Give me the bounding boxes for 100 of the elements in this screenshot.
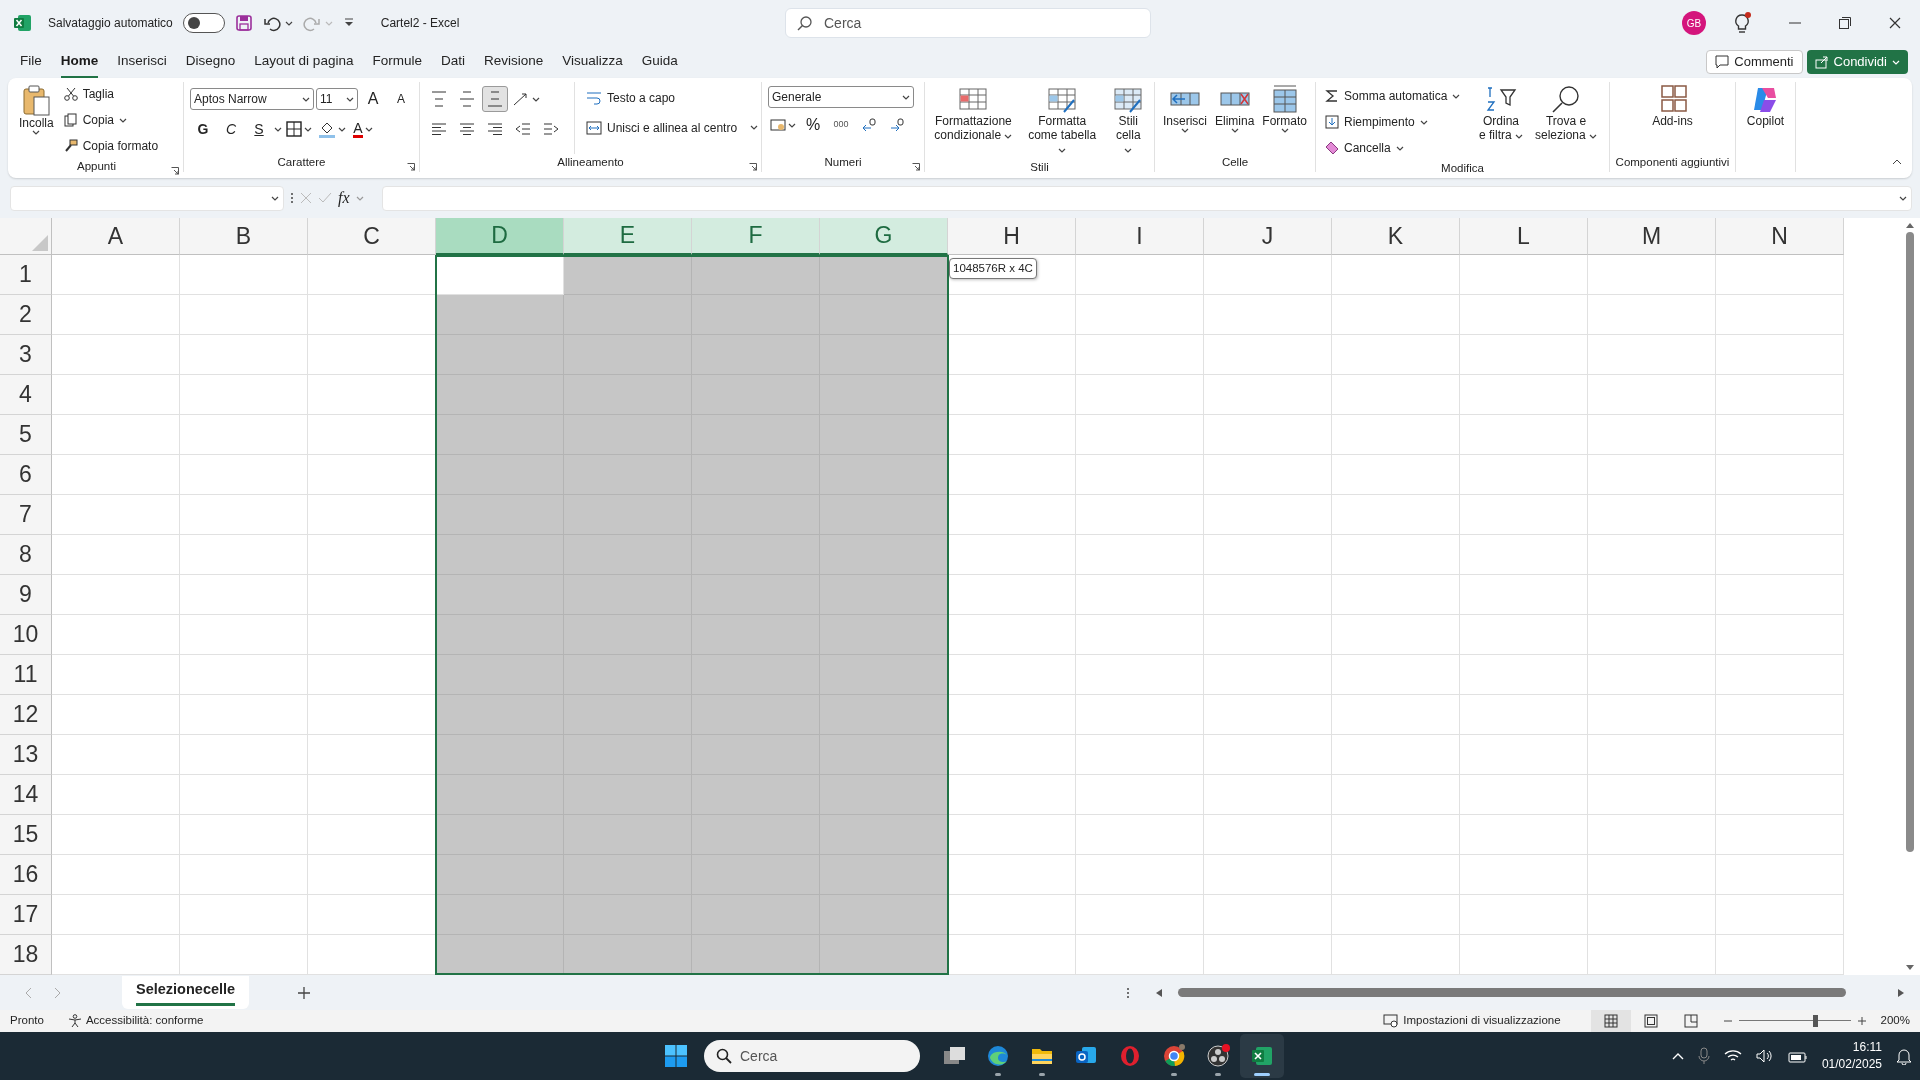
conditional-formatting-button[interactable]: Formattazione condizionale (931, 82, 1016, 160)
search-field[interactable]: Cerca (785, 8, 1151, 38)
grid-cell[interactable] (436, 695, 564, 735)
scrollbar-thumb[interactable] (1178, 988, 1846, 997)
ribbon-tab[interactable]: Disegno (185, 45, 236, 79)
cut-button[interactable]: Taglia (60, 82, 162, 106)
user-avatar[interactable]: GB (1682, 11, 1706, 35)
accessibility-status[interactable]: Accessibilità: conforme (67, 1012, 204, 1030)
grid-cell[interactable] (692, 255, 820, 295)
row-header[interactable]: 6 (0, 455, 52, 495)
row-header[interactable]: 18 (0, 935, 52, 975)
copy-button[interactable]: Copia (60, 108, 162, 132)
grid-cell[interactable] (820, 775, 948, 815)
grid-cell[interactable] (692, 935, 820, 975)
cell-styles-button[interactable]: Stili cella (1108, 82, 1148, 160)
grid-cell[interactable] (820, 655, 948, 695)
insert-function-button[interactable]: fx (338, 186, 350, 210)
sheet-tab[interactable]: Selezionecelle (122, 976, 250, 1009)
grid-cell[interactable] (436, 375, 564, 415)
format-painter-button[interactable]: Copia formato (60, 134, 162, 158)
font-color-button[interactable]: A (350, 116, 376, 142)
scrollbar-thumb[interactable] (1906, 232, 1914, 852)
row-header[interactable]: 15 (0, 815, 52, 855)
row-header[interactable]: 13 (0, 735, 52, 775)
grid-cell[interactable] (436, 935, 564, 975)
grid-cell[interactable] (436, 455, 564, 495)
fill-button[interactable]: Riempimento (1322, 110, 1472, 134)
comments-button[interactable]: Commenti (1706, 50, 1803, 74)
grid-cell[interactable] (436, 535, 564, 575)
grid-cell[interactable] (436, 815, 564, 855)
font-size-dropdown[interactable]: 11 (316, 88, 358, 110)
grid-cell[interactable] (436, 615, 564, 655)
percent-button[interactable]: % (800, 112, 826, 138)
format-as-table-button[interactable]: Formatta come tabella (1019, 82, 1105, 160)
grid-cell[interactable] (820, 495, 948, 535)
grid-cell[interactable] (436, 895, 564, 935)
paste-button[interactable]: Incolla (16, 82, 57, 158)
ribbon-tab[interactable]: File (20, 45, 42, 79)
display-settings-button[interactable]: Impostazioni di visualizzazione (1383, 1012, 1561, 1030)
grid-cell[interactable] (436, 415, 564, 455)
underline-button[interactable]: S (246, 116, 272, 142)
formula-input[interactable] (381, 185, 1912, 211)
grid-cell[interactable] (820, 855, 948, 895)
taskbar-search-field[interactable]: Cerca (704, 1040, 920, 1072)
column-header[interactable]: M (1588, 218, 1716, 255)
grid-cell[interactable] (820, 335, 948, 375)
copilot-button[interactable]: Copilot (1743, 82, 1788, 172)
row-header[interactable]: 8 (0, 535, 52, 575)
wrap-text-button[interactable]: Testo a capo (583, 86, 741, 110)
column-header[interactable]: L (1460, 218, 1588, 255)
italic-button[interactable]: C (218, 116, 244, 142)
zoom-percentage[interactable]: 200% (1880, 1012, 1910, 1030)
column-header[interactable]: G (820, 218, 948, 255)
row-header[interactable]: 12 (0, 695, 52, 735)
ribbon-tab[interactable]: Revisione (483, 45, 544, 79)
grid-cell[interactable] (820, 575, 948, 615)
bold-button[interactable]: G (190, 116, 216, 142)
add-ins-button[interactable]: Add-ins (1649, 82, 1696, 154)
column-header[interactable]: C (308, 218, 436, 255)
column-header[interactable]: D (436, 218, 564, 255)
zoom-slider-thumb[interactable] (1812, 1015, 1818, 1027)
row-header[interactable]: 16 (0, 855, 52, 895)
ribbon-tab[interactable]: Visualizza (562, 45, 623, 79)
clock-date[interactable]: 01/02/2025 (1821, 1056, 1882, 1073)
ribbon-tab[interactable]: Layout di pagina (254, 45, 354, 79)
grid-cell[interactable] (436, 775, 564, 815)
ribbon-tab[interactable]: Dati (440, 45, 465, 79)
column-header[interactable]: N (1716, 218, 1844, 255)
share-button[interactable]: Condividi (1806, 50, 1908, 74)
format-cells-button[interactable]: Formato (1259, 82, 1311, 154)
insert-cells-button[interactable]: Inserisci (1159, 82, 1210, 154)
row-header[interactable]: 2 (0, 295, 52, 335)
name-box[interactable] (10, 185, 284, 211)
grid-cell[interactable] (436, 295, 564, 335)
grid-cell[interactable] (820, 415, 948, 455)
clear-button[interactable]: Cancella (1322, 136, 1472, 160)
grid-cell[interactable] (820, 455, 948, 495)
grid-cell[interactable] (820, 615, 948, 655)
normal-view-button[interactable] (1590, 1010, 1631, 1032)
autosum-button[interactable]: Somma automatica (1322, 84, 1472, 108)
grid-cell[interactable] (436, 735, 564, 775)
grid-cell[interactable] (820, 255, 948, 295)
grid-cell[interactable] (436, 335, 564, 375)
ribbon-tab[interactable]: Formule (372, 45, 422, 79)
grid-cell[interactable] (436, 575, 564, 615)
shrink-font-button[interactable]: A (388, 86, 414, 112)
taskbar-app[interactable] (1240, 1034, 1284, 1078)
row-header[interactable]: 4 (0, 375, 52, 415)
find-select-button[interactable]: Trova e seleziona (1530, 82, 1602, 160)
grid-cell[interactable] (564, 295, 692, 335)
merge-center-button[interactable]: Unisci e allinea al centro (583, 116, 741, 140)
row-header[interactable]: 14 (0, 775, 52, 815)
grid-cell[interactable] (820, 895, 948, 935)
row-header[interactable]: 7 (0, 495, 52, 535)
column-header[interactable]: E (564, 218, 692, 255)
row-header[interactable]: 10 (0, 615, 52, 655)
row-header[interactable]: 11 (0, 655, 52, 695)
autosave-toggle[interactable] (182, 13, 225, 33)
grid-cell[interactable] (820, 375, 948, 415)
column-header[interactable]: I (1076, 218, 1204, 255)
